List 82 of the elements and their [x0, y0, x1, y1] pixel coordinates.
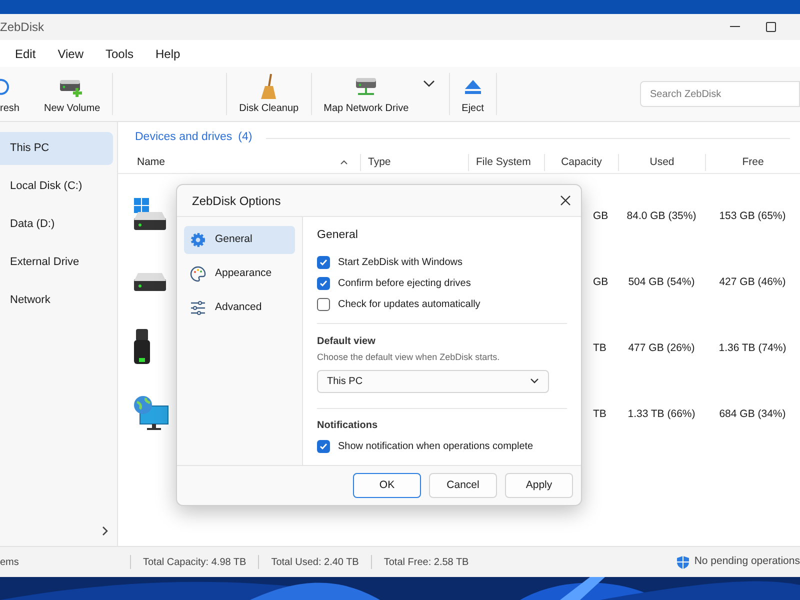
table-cell: 504 GB (54%) [628, 276, 695, 288]
table-cell: TB [593, 408, 606, 420]
toolbar-button[interactable]: New Volume [32, 72, 112, 116]
column-header[interactable]: Used [650, 154, 674, 170]
network-drive-icon [354, 76, 378, 98]
toolbar-button[interactable]: Disk Cleanup [227, 72, 311, 116]
table-cell: 684 GB (34%) [719, 408, 786, 420]
dialog-button[interactable]: OK [353, 473, 421, 498]
checkmark-icon [319, 258, 328, 268]
nav-item[interactable]: General [184, 226, 295, 254]
sidebar-item[interactable]: Local Disk (C:) [0, 170, 113, 203]
table-cell: TB [593, 342, 606, 354]
group-title: Devices and drives [135, 130, 232, 146]
hard-drive-icon [132, 271, 168, 291]
minimize-icon[interactable] [730, 26, 740, 28]
toolbar-button[interactable]: resh [0, 72, 32, 116]
palette-icon [190, 266, 206, 282]
checkmark-icon [319, 279, 328, 288]
checkbox[interactable] [317, 277, 330, 290]
table-cell: 427 GB (46%) [719, 276, 786, 288]
menu-item[interactable]: Help [156, 44, 180, 62]
table-cell: 1.33 TB (66%) [628, 408, 696, 420]
caret-icon[interactable] [422, 80, 435, 88]
table-cell: 1.36 TB (74%) [718, 342, 786, 354]
system-drive-icon [132, 198, 168, 232]
sliders-icon [190, 301, 206, 315]
menu-item[interactable]: View [58, 44, 84, 62]
nav-item[interactable]: Advanced [184, 294, 295, 322]
column-header[interactable]: File System [476, 154, 531, 170]
sidebar-item[interactable]: External Drive [0, 246, 113, 279]
sidebar-item[interactable]: Data (D:) [0, 208, 113, 241]
eject-icon [464, 78, 482, 94]
chevron-down-icon [530, 378, 539, 384]
menu-item[interactable]: Tools [105, 44, 134, 62]
section-heading: General [317, 228, 359, 243]
search-field[interactable]: Search ZebDisk [640, 81, 800, 107]
checkbox-label: Check for updates automatically [338, 298, 480, 312]
status-text: ems [0, 556, 19, 570]
group-count: (4) [238, 130, 252, 146]
column-header[interactable]: Type [368, 154, 391, 170]
checkbox-label: Start ZebDisk with Windows [338, 256, 462, 270]
table-cell: 477 GB (26%) [628, 342, 695, 354]
gear-icon [190, 232, 206, 248]
status-text: Total Capacity: 4.98 TB [143, 556, 246, 570]
chevron-right-icon[interactable] [102, 526, 108, 536]
dialog-title: ZebDisk Options [192, 192, 281, 210]
status-text: Total Used: 2.40 TB [271, 556, 359, 570]
checkbox-label: Show notification when operations complete [338, 440, 534, 454]
toolbar-button[interactable]: Map Network Drive [312, 72, 421, 116]
maximize-icon[interactable] [766, 22, 776, 32]
broom-icon [260, 72, 278, 100]
column-header[interactable]: Name [137, 154, 166, 170]
column-header[interactable]: Free [742, 154, 764, 170]
table-cell: GB [593, 276, 608, 288]
checkbox-label: Confirm before ejecting drives [338, 277, 471, 292]
close-icon[interactable] [560, 195, 571, 206]
status-text: No pending operations [694, 554, 800, 570]
section-heading: Default view [317, 335, 376, 350]
section-heading: Notifications [317, 418, 379, 433]
default-view-select[interactable]: This PC [317, 370, 549, 393]
checkbox[interactable] [317, 256, 330, 270]
table-cell: 84.0 GB (35%) [626, 210, 696, 222]
sidebar-item[interactable]: This PC [0, 132, 113, 165]
sidebar-item[interactable]: Network [0, 284, 113, 317]
toolbar-button[interactable]: Eject [450, 72, 496, 116]
menu-item[interactable]: Edit [15, 44, 36, 62]
column-header[interactable]: Capacity [561, 154, 602, 170]
description-text: Choose the default view when ZebDisk starts. [317, 351, 501, 364]
network-computer-icon [132, 395, 170, 431]
shield-icon [677, 556, 690, 568]
checkbox[interactable] [317, 298, 330, 312]
usb-drive-icon [132, 328, 152, 366]
sort-up-icon [340, 160, 348, 165]
table-cell: GB [593, 210, 608, 222]
status-text: Total Free: 2.58 TB [384, 556, 469, 570]
checkbox[interactable] [317, 440, 330, 454]
checkmark-icon [319, 442, 328, 452]
nav-item[interactable]: Appearance [184, 260, 295, 288]
table-cell: 153 GB (65%) [719, 210, 786, 222]
dialog-button[interactable]: Apply [505, 473, 573, 498]
window-title: ZebDisk [0, 19, 44, 36]
dialog-button[interactable]: Cancel [429, 473, 497, 498]
